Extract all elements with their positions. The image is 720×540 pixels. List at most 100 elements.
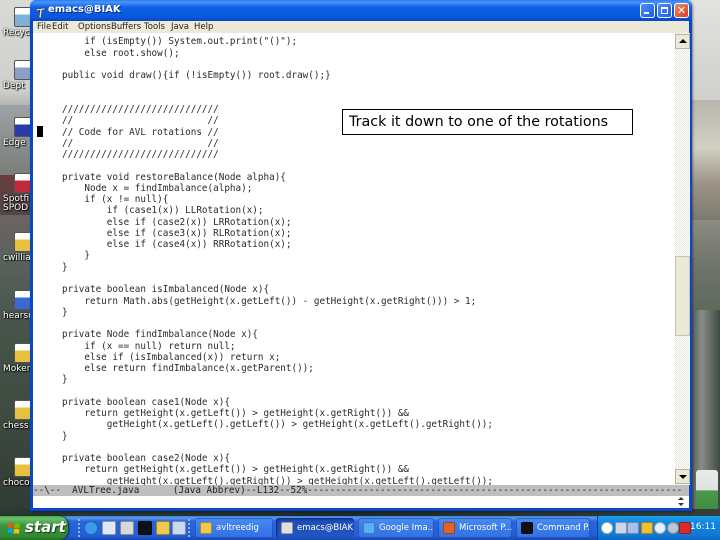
code-line: getHeight(x.getLeft().getLeft()) > getHe… xyxy=(62,419,493,431)
close-button[interactable]: ✕ xyxy=(674,3,689,18)
volume-icon[interactable] xyxy=(667,522,679,534)
code-line: if (x != null){ xyxy=(62,194,169,206)
messenger-icon[interactable] xyxy=(641,522,653,534)
start-button[interactable]: start xyxy=(0,516,68,540)
arrow-down-icon xyxy=(679,475,687,479)
code-line: //////////////////////////// xyxy=(62,149,219,161)
taskbar-button-label: Microsoft P... xyxy=(459,523,512,533)
editor-text-area[interactable]: if (isEmpty()) System.out.print("()"); e… xyxy=(33,33,675,485)
code-buffer: if (isEmpty()) System.out.print("()"); e… xyxy=(62,36,493,485)
minimize-icon xyxy=(644,12,649,14)
folder-icon[interactable] xyxy=(156,521,170,535)
title-bar[interactable]: emacs@BIAK ✕ xyxy=(30,0,692,21)
desktop-wallpaper-sky xyxy=(692,0,720,100)
menu-java[interactable]: Java xyxy=(171,22,189,32)
text-cursor xyxy=(37,126,43,137)
minibuffer[interactable] xyxy=(33,496,689,508)
code-line: else if (case4(x)) RRRotation(x); xyxy=(62,239,292,251)
outlook-express-icon[interactable] xyxy=(102,521,116,535)
code-line: } xyxy=(62,430,68,442)
search-icon[interactable] xyxy=(654,522,666,534)
maximize-icon xyxy=(661,7,668,14)
network-connection-icon[interactable] xyxy=(615,522,627,534)
folder-icon xyxy=(200,522,212,534)
minimize-button[interactable] xyxy=(640,3,655,18)
scroll-up-button[interactable] xyxy=(675,34,690,49)
emacs-gnu-icon xyxy=(35,4,47,19)
show-hidden-icons-chevron[interactable] xyxy=(601,522,613,534)
code-line: else if (isImbalanced(x)) return x; xyxy=(62,351,281,363)
network-drive-icon[interactable] xyxy=(172,521,186,535)
code-line: else if (case3(x)) RLRotation(x); xyxy=(62,227,292,239)
menu-bar: File Edit Options Buffers Tools Java Hel… xyxy=(33,21,689,33)
taskbar-button[interactable]: emacs@BIAK xyxy=(276,518,354,538)
taskbar-button[interactable]: Command P... xyxy=(516,518,590,538)
code-line: return getHeight(x.getLeft()) > getHeigh… xyxy=(62,408,410,420)
windows-logo-icon xyxy=(7,521,21,535)
powerpoint-icon xyxy=(443,522,455,534)
code-line: private boolean isImbalanced(Node x){ xyxy=(62,284,270,296)
taskbar: start avltreedig emacs@BIAK Google Ima... M… xyxy=(0,516,720,540)
menu-options[interactable]: Options xyxy=(78,22,111,32)
desktop-wallpaper-bus xyxy=(696,470,718,510)
scrollbar-thumb[interactable] xyxy=(675,256,690,336)
menu-file[interactable]: File xyxy=(37,22,51,32)
taskbar-button-label: Google Ima... xyxy=(379,523,434,533)
code-line: // // xyxy=(62,137,219,149)
code-line: else if (case2(x)) LRRotation(x); xyxy=(62,216,292,228)
annotation-callout: Track it down to one of the rotations xyxy=(342,109,633,135)
code-line: else root.show(); xyxy=(62,47,180,59)
internet-explorer-icon[interactable] xyxy=(84,521,98,535)
scroll-down-button[interactable] xyxy=(675,469,690,484)
taskbar-grip[interactable] xyxy=(188,519,190,537)
system-tray: 16:11 xyxy=(597,516,720,540)
code-line: Node x = findImbalance(alpha); xyxy=(62,182,253,194)
menu-edit[interactable]: Edit xyxy=(52,22,68,32)
emacs-window: emacs@BIAK ✕ File Edit Options Buffers T… xyxy=(30,0,692,511)
code-line: } xyxy=(62,306,68,318)
arrow-up-icon xyxy=(679,39,687,43)
emacs-icon xyxy=(281,522,293,534)
code-line: private boolean case1(Node x){ xyxy=(62,396,230,408)
mode-line: --\-- AVLTree.java (Java Abbrev)--L132--… xyxy=(33,485,689,496)
code-line: private boolean case2(Node x){ xyxy=(62,453,230,465)
vertical-scrollbar[interactable] xyxy=(675,33,690,485)
code-line: } xyxy=(62,374,68,386)
internet-explorer-icon xyxy=(363,522,375,534)
code-line: return Math.abs(getHeight(x.getLeft()) -… xyxy=(62,295,477,307)
taskbar-button-label: avltreedig xyxy=(216,523,259,533)
maximize-button[interactable] xyxy=(657,3,672,18)
code-line: private Node findImbalance(Node x){ xyxy=(62,329,258,341)
code-line: if (case1(x)) LLRotation(x); xyxy=(62,205,264,217)
emacs-icon[interactable] xyxy=(120,521,134,535)
code-line: return getHeight(x.getLeft()) > getHeigh… xyxy=(62,464,410,476)
close-icon: ✕ xyxy=(676,4,687,17)
taskbar-button-label: Command P... xyxy=(537,523,590,533)
quick-launch-grip[interactable] xyxy=(78,519,80,537)
window-title: emacs@BIAK xyxy=(48,4,121,15)
code-line: private void restoreBalance(Node alpha){ xyxy=(62,171,286,183)
menu-tools[interactable]: Tools xyxy=(144,22,165,32)
taskbar-button[interactable]: avltreedig xyxy=(195,518,273,538)
command-prompt-icon[interactable] xyxy=(138,521,152,535)
taskbar-button[interactable]: Google Ima... xyxy=(358,518,434,538)
menu-help[interactable]: Help xyxy=(194,22,213,32)
minibuffer-scroll-arrows[interactable] xyxy=(675,497,687,507)
taskbar-button[interactable]: Microsoft P... xyxy=(438,518,512,538)
menu-buffers[interactable]: Buffers xyxy=(111,22,141,32)
display-icon[interactable] xyxy=(627,522,639,534)
clock[interactable]: 16:11 xyxy=(690,522,716,532)
code-line: } xyxy=(62,261,68,273)
desktop-wallpaper-city xyxy=(692,100,720,220)
code-line: if (isEmpty()) System.out.print("()"); xyxy=(62,36,298,48)
code-line: else return findImbalance(x.getParent())… xyxy=(62,363,314,375)
desktop-wallpaper-city-lower xyxy=(692,220,720,310)
